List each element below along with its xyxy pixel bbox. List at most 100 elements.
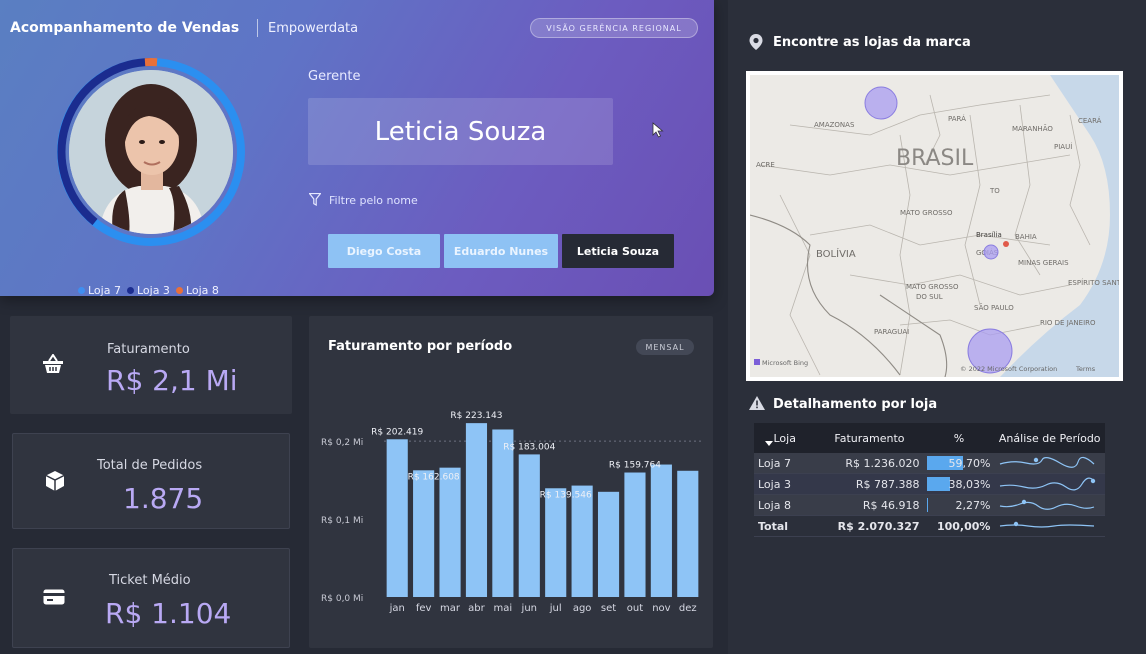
legend-dot [126,287,134,294]
data-label: R$ 139.546 [540,490,592,500]
legend-dot [78,287,85,294]
store-bubble-loja-3[interactable] [864,86,898,120]
map-pin-icon [749,34,763,50]
brasilia-marker [1003,241,1009,247]
map-canvas[interactable]: AMAZONAS PARÁ MARANHÃO CEARÁ PIAUÍ TO AC… [750,75,1119,377]
cell-sparkline [994,494,1105,516]
store-legend: Loja 7 Loja 3 Loja 8 [78,284,219,297]
map-label: Brasília [976,231,1002,239]
cell-sparkline [994,473,1105,495]
percent-value: 38,03% [948,477,991,491]
chart-bar[interactable] [597,491,620,597]
chart-bar[interactable] [413,470,435,597]
x-tick-label: jul [549,603,562,614]
kpi-label: Ticket Médio [109,573,191,588]
kpi-value: R$ 1.104 [105,597,232,630]
data-label: R$ 183.004 [503,442,555,452]
bing-logo-icon [754,359,760,365]
chart-bar[interactable] [465,423,488,597]
manager-label: Gerente [308,69,361,84]
slicer-button-leticia-souza[interactable]: Leticia Souza [562,234,674,268]
x-tick-label: jun [521,603,537,614]
kpi-value: R$ 2,1 Mi [106,364,238,397]
app-subtitle: Empowerdata [268,21,359,36]
legend-item-loja-7: Loja 7 [78,284,121,297]
x-tick-label: mai [494,603,513,614]
app-title: Acompanhamento de Vendas [10,20,240,36]
cell-sparkline [994,515,1105,537]
column-header-loja[interactable]: Loja [754,423,816,453]
data-label: R$ 202.419 [371,427,423,437]
slicer-button-eduardo-nunes[interactable]: Eduardo Nunes [444,234,558,268]
chart-bar[interactable] [571,485,593,597]
column-header-percent[interactable]: % [923,423,995,453]
store-map[interactable]: AMAZONAS PARÁ MARANHÃO CEARÁ PIAUÍ TO AC… [746,71,1123,381]
map-label: MATO GROSSO [900,209,953,217]
chart-bar[interactable] [545,488,567,597]
cell-percent: 100,00% [923,515,995,537]
column-header-analise[interactable]: Análise de Período [994,423,1105,453]
store-detail-table: Loja Faturamento % Análise de Período Lo… [754,423,1105,537]
map-label: CEARÁ [1078,116,1102,125]
y-tick-label: R$ 0,1 Mi [321,516,363,526]
title-separator [257,19,258,37]
header-label: % [953,431,965,445]
map-label: RIO DE JANEIRO [1040,319,1096,327]
chart-bar[interactable] [386,439,408,597]
cell-percent: 38,03% [923,473,995,495]
legend-item-loja-8: Loja 8 [175,284,219,297]
data-label: R$ 159.764 [609,461,661,471]
kpi-card-faturamento: Faturamento R$ 2,1 Mi [10,316,292,414]
card-icon [43,589,65,605]
table-row[interactable]: Loja 8 R$ 46.918 2,27% [754,494,1105,516]
cell-loja: Loja 7 [754,453,816,474]
mouse-cursor-icon [652,122,664,138]
x-tick-label: mar [440,603,461,614]
x-tick-label: abr [468,603,485,614]
chart-bar[interactable] [677,470,699,597]
basket-icon [43,354,63,373]
sparkline [1000,477,1096,490]
data-label: R$ 162.608 [408,472,460,482]
cell-faturamento: R$ 787.388 [815,473,924,495]
map-label: MINAS GERAIS [1018,259,1069,267]
map-title: Encontre as lojas da marca [773,35,971,50]
column-header-faturamento[interactable]: Faturamento [765,423,924,453]
y-tick-label: R$ 0,0 Mi [321,594,363,604]
percent-bar [926,477,950,491]
slicer-button-diego-costa[interactable]: Diego Costa [328,234,440,268]
map-label: SÃO PAULO [974,303,1014,312]
legend-dot [175,287,183,294]
table-row[interactable]: Loja 3 R$ 787.388 38,03% [754,473,1105,495]
map-label: TO [989,187,1000,195]
x-tick-label: dez [679,603,697,614]
store-bubble-loja-8[interactable] [983,244,999,260]
table-total-row: Total R$ 2.070.327 100,00% [754,515,1105,537]
map-label: MATO GROSSO [906,283,959,291]
legend-label: Loja 8 [185,284,219,297]
table-title: Detalhamento por loja [773,397,938,412]
chart-bar[interactable] [624,472,646,597]
header-label: Faturamento [834,431,905,445]
percent-value: 2,27% [955,498,991,512]
percent-bar [926,498,928,512]
cell-faturamento: R$ 1.236.020 [815,453,924,474]
avatar [69,70,233,234]
x-tick-label: fev [416,603,432,614]
legend-label: Loja 3 [136,284,170,297]
chart-bar[interactable] [439,467,461,597]
person-photo [69,70,233,234]
chart-bar[interactable] [518,454,540,597]
map-label: AMAZONAS [814,121,855,129]
warning-icon [749,396,765,410]
bing-label: Microsoft Bing [762,359,808,367]
map-label: DO SUL [916,293,943,301]
table-row[interactable]: Loja 7 R$ 1.236.020 59,70% [754,453,1105,474]
chart-bar[interactable] [650,464,672,597]
header-label: Loja [773,431,796,445]
chart-period-badge: MENSAL [636,339,694,355]
x-tick-label: jan [389,603,405,614]
data-label: R$ 223.143 [450,411,502,421]
chart-bar[interactable] [492,429,514,597]
map-label: PARÁ [948,114,966,123]
